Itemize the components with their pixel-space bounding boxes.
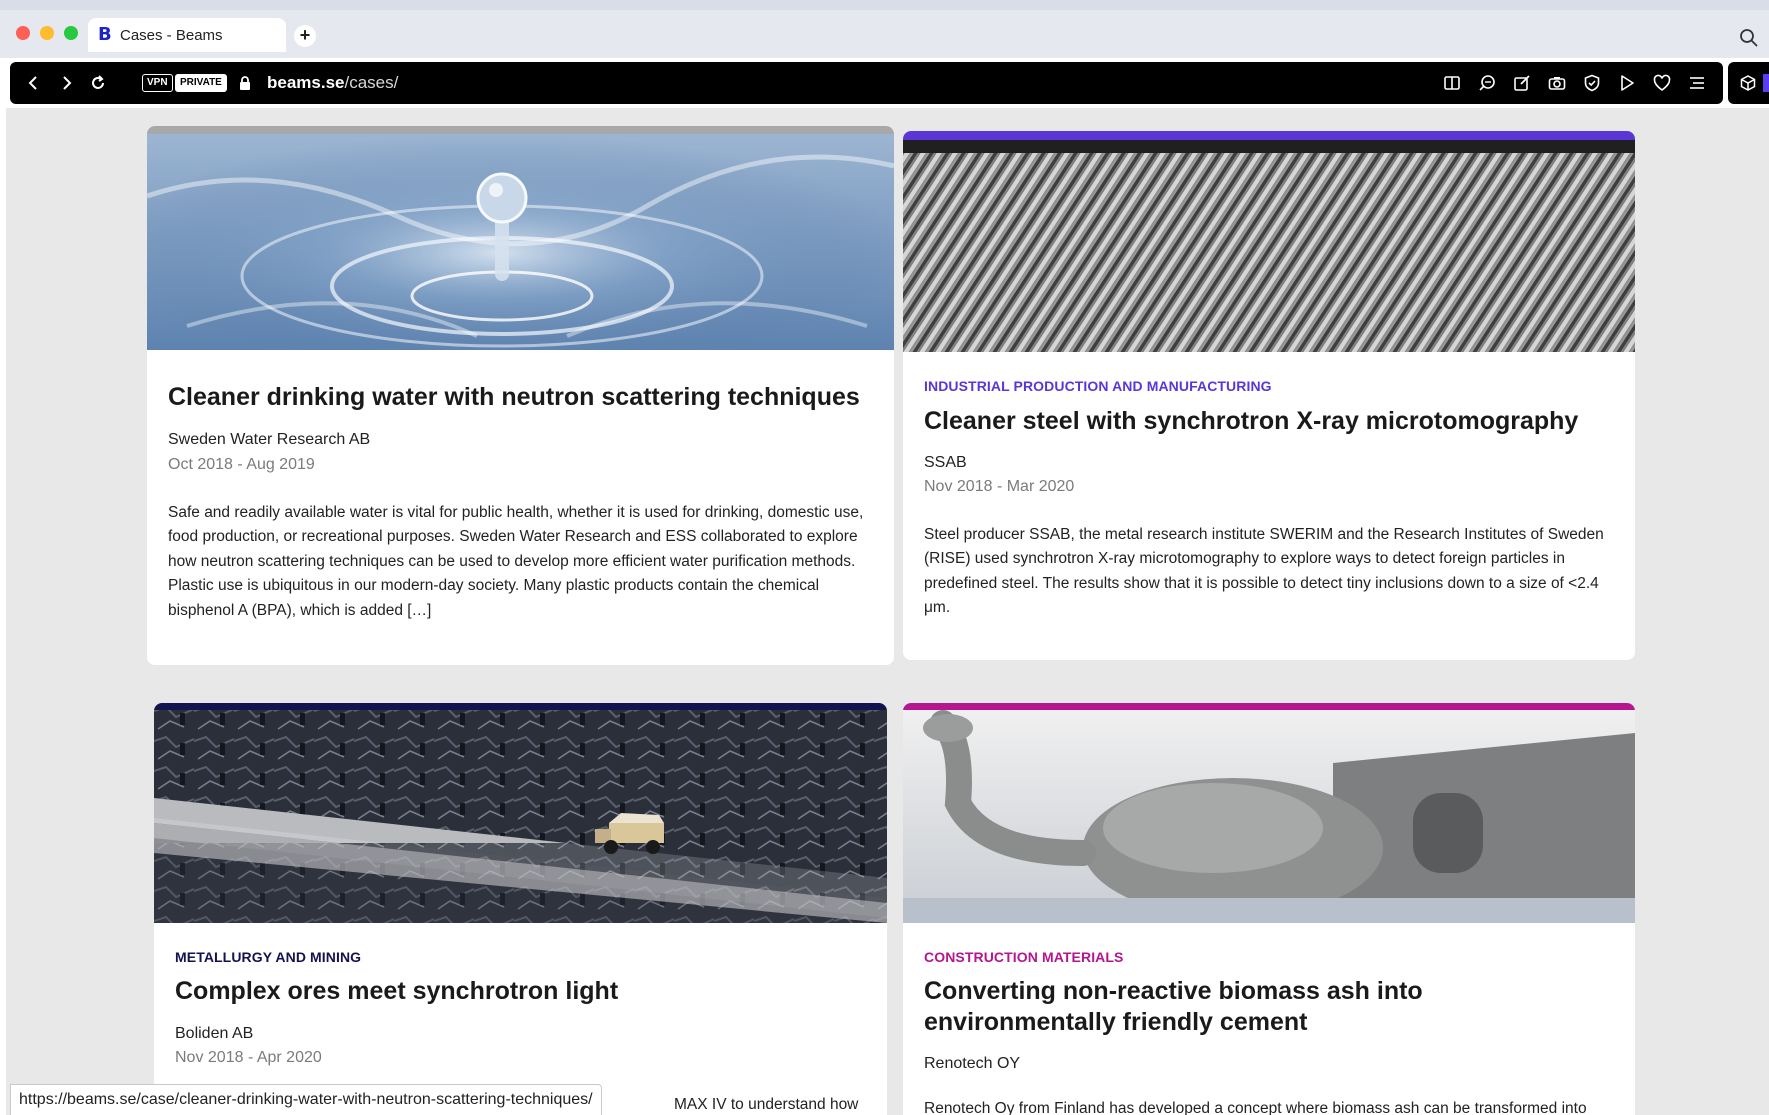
back-icon[interactable]: [24, 73, 44, 93]
extension-icon[interactable]: [1739, 74, 1757, 92]
card-excerpt: Renotech Oy from Finland has developed a…: [924, 1100, 1587, 1115]
case-card[interactable]: CONSTRUCTION MATERIALS Converting non-re…: [903, 703, 1635, 1115]
card-title[interactable]: Complex ores meet synchrotron light: [175, 976, 618, 1007]
lock-icon[interactable]: [238, 75, 252, 91]
sidebar-accent: [1763, 74, 1769, 92]
reader-icon[interactable]: [1443, 74, 1461, 92]
address-bar: VPN PRIVATE beams.se/cases/: [10, 62, 1723, 104]
card-title[interactable]: Converting non-reactive biomass ash into…: [924, 976, 1614, 1038]
beams-favicon-icon: B: [98, 24, 112, 45]
menu-icon[interactable]: [1688, 74, 1706, 92]
edit-icon[interactable]: [1513, 74, 1531, 92]
card-category[interactable]: METALLURGY AND MINING: [175, 949, 361, 965]
card-title[interactable]: Cleaner steel with synchrotron X-ray mic…: [924, 406, 1578, 437]
card-category[interactable]: INDUSTRIAL PRODUCTION AND MANUFACTURING: [924, 378, 1272, 394]
reload-icon[interactable]: [88, 73, 108, 93]
card-organization: Sweden Water Research AB: [168, 431, 371, 448]
new-tab-button[interactable]: +: [294, 25, 316, 47]
link-status-bar: https://beams.se/case/cleaner-drinking-w…: [10, 1084, 602, 1115]
case-card[interactable]: INDUSTRIAL PRODUCTION AND MANUFACTURING …: [903, 131, 1635, 660]
play-icon[interactable]: [1618, 74, 1636, 92]
card-organization: Renotech OY: [924, 1055, 1021, 1072]
card-dates: Oct 2018 - Aug 2019: [168, 456, 315, 473]
maximize-window-button[interactable]: [64, 26, 78, 40]
url-path: /cases/: [344, 73, 399, 92]
extension-area: [1728, 62, 1769, 104]
tab-title: Cases - Beams: [120, 26, 223, 44]
card-dates: Nov 2018 - Mar 2020: [924, 478, 1075, 495]
case-card[interactable]: Cleaner drinking water with neutron scat…: [147, 126, 894, 665]
vpn-badge[interactable]: VPN: [142, 74, 173, 92]
mining-truck-image: [154, 703, 887, 923]
card-excerpt: MAX IV to understand how: [674, 1096, 859, 1113]
card-dates: Nov 2018 - Apr 2020: [175, 1049, 322, 1066]
forward-icon[interactable]: [56, 73, 76, 93]
water-drop-image: [147, 126, 894, 350]
heart-icon[interactable]: [1653, 74, 1671, 92]
url-field[interactable]: beams.se/cases/: [267, 72, 398, 94]
browser-tab[interactable]: B Cases - Beams: [88, 18, 286, 52]
find-icon[interactable]: [1478, 74, 1496, 92]
card-title[interactable]: Cleaner drinking water with neutron scat…: [168, 382, 860, 413]
private-badge: PRIVATE: [175, 74, 227, 92]
url-host: beams.se: [267, 73, 345, 92]
minimize-window-button[interactable]: [40, 26, 54, 40]
case-card[interactable]: METALLURGY AND MINING Complex ores meet …: [154, 703, 887, 1115]
card-organization: Boliden AB: [175, 1025, 254, 1042]
card-excerpt: Steel producer SSAB, the metal research …: [924, 526, 1604, 617]
cement-image: [903, 703, 1635, 923]
shield-icon[interactable]: [1583, 74, 1601, 92]
corrugated-steel-image: [903, 131, 1635, 352]
close-window-button[interactable]: [16, 26, 30, 40]
page-content: Cleaner drinking water with neutron scat…: [6, 108, 1769, 1115]
card-category[interactable]: CONSTRUCTION MATERIALS: [924, 949, 1124, 965]
card-organization: SSAB: [924, 454, 967, 471]
card-excerpt: Safe and readily available water is vita…: [168, 504, 864, 619]
camera-icon[interactable]: [1548, 74, 1566, 92]
search-tabs-icon[interactable]: [1739, 28, 1759, 48]
